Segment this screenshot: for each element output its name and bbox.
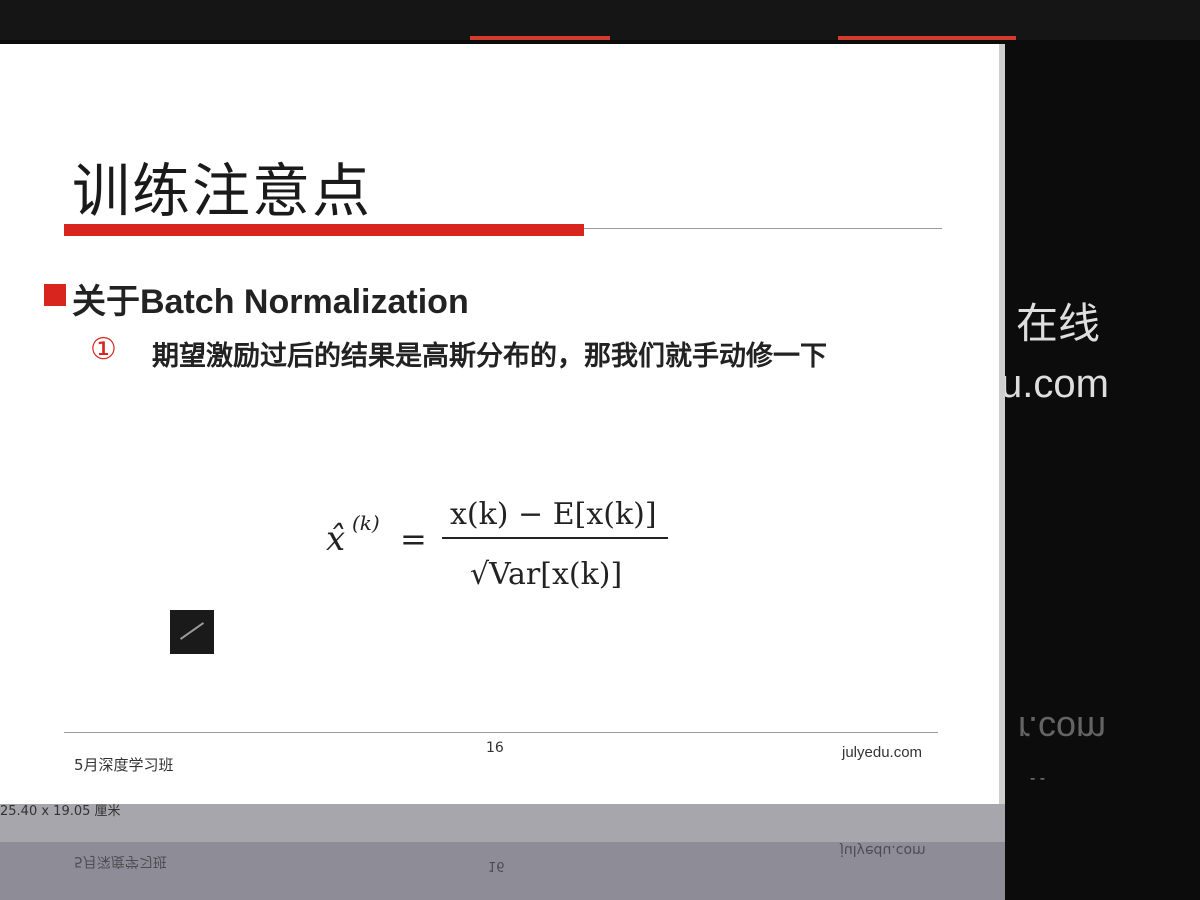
formula-equals: = xyxy=(400,520,427,558)
pen-stroke xyxy=(179,622,205,640)
ghost-footer-course: 5月深度学习班 xyxy=(74,853,167,869)
ghost-footer-page: 16 xyxy=(488,858,505,873)
pen-tool-icon[interactable] xyxy=(170,610,214,654)
section-heading: 关于Batch Normalization xyxy=(72,283,469,321)
status-band xyxy=(0,804,1005,842)
slide-title: 训练注意点 xyxy=(72,157,373,225)
background-dash: - - xyxy=(1030,770,1046,787)
footer-divider xyxy=(64,732,938,733)
formula-lhs-superscript: (k) xyxy=(352,511,380,535)
formula-lhs: x̂ xyxy=(326,519,345,559)
tab-indicator xyxy=(470,36,610,40)
background-site-domain: u.com xyxy=(1000,362,1109,406)
background-mirrored-domain: r.com xyxy=(1018,709,1107,750)
formula-numerator: x(k) − E[x(k)] xyxy=(450,497,657,532)
ghost-footer-site: julyedu.com xyxy=(840,842,926,858)
slide-canvas[interactable]: 训练注意点 关于Batch Normalization ① 期望激励过后的结果是… xyxy=(0,44,1005,804)
slide-dimensions: 25.40 x 19.05 厘米 xyxy=(0,804,121,819)
window-top-bar xyxy=(0,0,1200,40)
bullet-square-icon xyxy=(44,284,66,306)
item-text: 期望激励过后的结果是高斯分布的，那我们就手动修一下 xyxy=(152,341,827,372)
title-accent-bar xyxy=(64,224,584,236)
footer-course: 5月深度学习班 xyxy=(74,756,174,774)
tab-indicator xyxy=(838,36,1016,40)
footer-site: julyedu.com xyxy=(842,744,923,761)
item-number: ① xyxy=(90,332,117,367)
formula-denominator: √Var[x(k)] xyxy=(470,557,622,592)
background-site-name: 在线 xyxy=(1016,300,1101,347)
normalization-formula: x̂ (k) = x(k) − E[x(k)] √Var[x(k)] xyxy=(320,474,680,604)
footer-page-number: 16 xyxy=(486,740,504,756)
